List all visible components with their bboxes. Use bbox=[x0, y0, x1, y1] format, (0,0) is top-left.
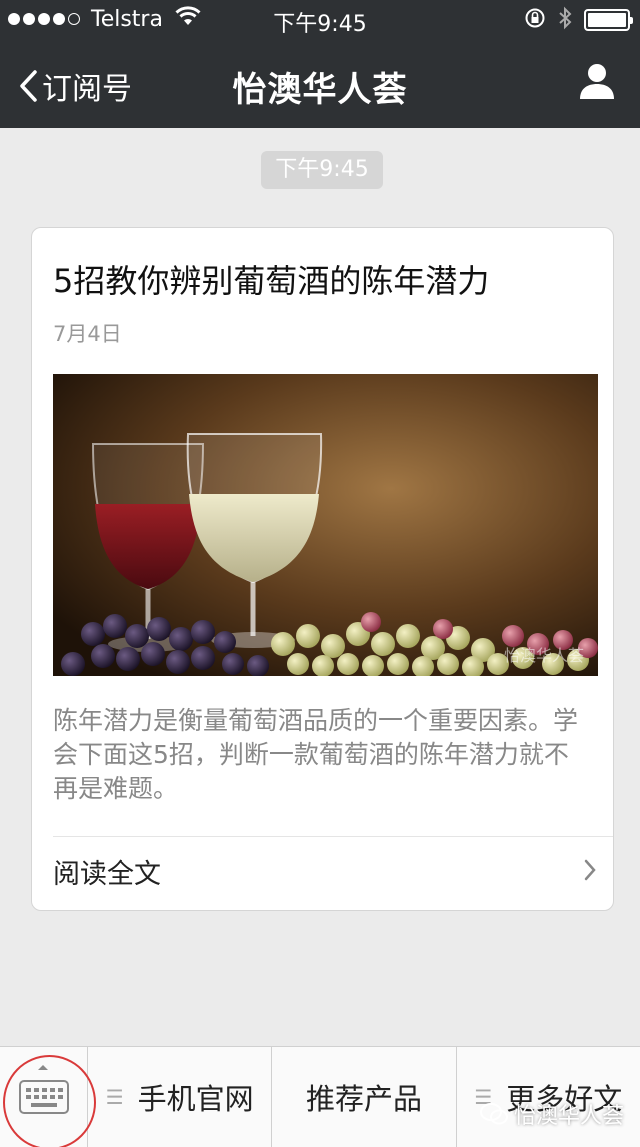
article-cover-image: 怡澳华人荟 bbox=[53, 374, 598, 676]
article-title: 5招教你辨别葡萄酒的陈年潜力 bbox=[53, 262, 490, 300]
nav-bar: 订阅号 怡澳华人荟 bbox=[0, 40, 640, 128]
keyboard-toggle-button[interactable] bbox=[0, 1047, 96, 1147]
menu-item-label: 手机官网 bbox=[137, 1082, 254, 1116]
article-card[interactable]: 5招教你辨别葡萄酒的陈年潜力 7月4日 怡澳华人荟 陈年潜力是衡量葡萄酒品质的一… bbox=[31, 227, 614, 911]
image-watermark: 怡澳华人荟 bbox=[503, 646, 584, 665]
divider bbox=[53, 836, 613, 837]
battery-icon bbox=[584, 9, 633, 31]
menu-item-recommended-products[interactable]: 推荐产品 bbox=[272, 1047, 457, 1147]
read-more-link[interactable]: 阅读全文 bbox=[53, 852, 161, 891]
profile-button[interactable] bbox=[578, 62, 616, 104]
menu-lines-icon: ☰ bbox=[105, 1085, 124, 1109]
article-date: 7月4日 bbox=[53, 322, 122, 346]
menu-item-mobile-site[interactable]: ☰ 手机官网 bbox=[88, 1047, 273, 1147]
header: Telstra 下午9:45 订阅号 怡澳华人荟 bbox=[0, 0, 640, 128]
article-description: 陈年潜力是衡量葡萄酒品质的一个重要因素。学会下面这5招，判断一款葡萄酒的陈年潜力… bbox=[53, 706, 579, 803]
battery-level bbox=[588, 13, 626, 27]
arrow-up-icon bbox=[38, 1065, 48, 1070]
page-title: 怡澳华人荟 bbox=[232, 70, 408, 110]
bluetooth-icon bbox=[558, 6, 572, 34]
lock-rotation-icon bbox=[524, 7, 546, 33]
wechat-icon bbox=[479, 1103, 508, 1125]
menu-item-label: 推荐产品 bbox=[305, 1082, 422, 1116]
profile-icon bbox=[580, 64, 614, 99]
status-right bbox=[524, 6, 633, 34]
chevron-right-icon bbox=[583, 858, 597, 886]
status-bar: Telstra 下午9:45 bbox=[0, 0, 640, 40]
menu-item-more-articles[interactable]: ☰ 更多好文 bbox=[457, 1047, 640, 1147]
account-watermark: 怡澳华人荟 bbox=[479, 1098, 624, 1130]
message-timestamp: 下午9:45 bbox=[261, 151, 383, 189]
wine-glasses-image bbox=[53, 374, 598, 676]
watermark-text: 怡澳华人荟 bbox=[513, 1104, 624, 1129]
bottom-menu-bar: ☰ 手机官网 推荐产品 ☰ 更多好文 bbox=[0, 1046, 640, 1147]
keyboard-icon bbox=[19, 1080, 69, 1118]
